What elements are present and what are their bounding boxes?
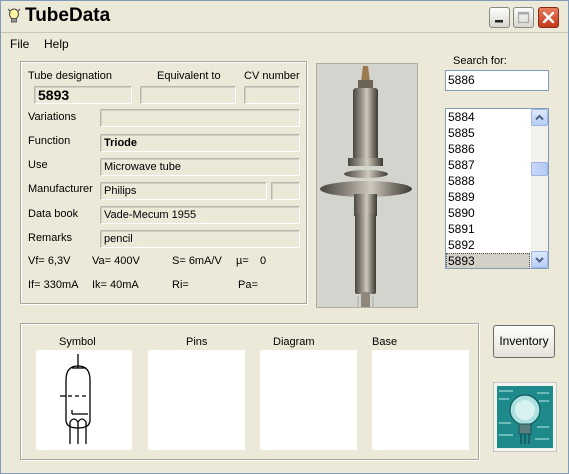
manufacturer-field[interactable]: Philips	[100, 182, 267, 200]
search-label: Search for:	[453, 55, 507, 67]
ik-value: Ik= 40mA	[92, 279, 139, 291]
tube-list-rows: 5884 5885 5886 5887 5888 5889 5890 5891 5892 5893	[446, 109, 530, 268]
list-item[interactable]: 5888	[446, 173, 530, 189]
tube-list[interactable]: 5884 5885 5886 5887 5888 5889 5890 5891 5892 5893	[445, 108, 549, 269]
databook-field[interactable]: Vade-Mecum 1955	[100, 206, 300, 224]
window-title: TubeData	[25, 5, 111, 26]
list-item[interactable]: 5885	[446, 125, 530, 141]
scroll-up-button[interactable]	[531, 109, 548, 126]
base-panel	[372, 350, 469, 450]
equivalent-label: Equivalent to	[157, 70, 221, 82]
cv-number-field[interactable]	[244, 86, 300, 104]
maximize-button[interactable]	[513, 7, 534, 28]
list-item[interactable]: 5886	[446, 141, 530, 157]
lightbulb-icon	[7, 8, 21, 23]
minimize-button[interactable]	[489, 7, 510, 28]
diagram-panel	[260, 350, 357, 450]
list-item[interactable]: 5884	[446, 109, 530, 125]
pa-value: Pa=	[238, 279, 258, 291]
title-bar: TubeData	[1, 1, 568, 33]
function-field[interactable]: Triode	[100, 134, 300, 152]
mu-label: µ=	[236, 255, 249, 267]
maximize-icon	[517, 11, 530, 24]
list-scrollbar[interactable]	[531, 109, 548, 268]
va-value: Va= 400V	[92, 255, 140, 267]
chevron-down-icon	[535, 257, 544, 263]
close-icon	[542, 11, 555, 24]
list-item[interactable]: 5889	[446, 189, 530, 205]
diagram-label: Diagram	[273, 336, 315, 348]
manufacturer-label: Manufacturer	[28, 183, 93, 195]
variations-label: Variations	[28, 111, 77, 123]
chevron-up-icon	[535, 114, 544, 121]
tube-photo-image	[317, 64, 417, 307]
inventory-button[interactable]: Inventory	[493, 325, 555, 358]
triode-symbol-icon	[60, 354, 91, 444]
list-item[interactable]: 5891	[446, 221, 530, 237]
symbol-panel	[36, 350, 132, 450]
designation-field[interactable]: 5893	[34, 86, 132, 104]
remarks-field[interactable]: pencil	[100, 230, 300, 248]
mu-value: 0	[260, 255, 267, 267]
remarks-label: Remarks	[28, 232, 73, 244]
menu-bar: File Help	[1, 33, 568, 53]
manufacturer-code-field[interactable]	[271, 182, 300, 200]
base-label: Base	[372, 336, 398, 348]
equivalent-field[interactable]	[140, 86, 236, 104]
symbol-label: Symbol	[59, 336, 96, 348]
s-value: S= 6mA/V	[172, 255, 222, 267]
minimize-icon	[495, 20, 503, 23]
list-item[interactable]: 5893	[446, 253, 530, 268]
scroll-down-button[interactable]	[531, 251, 548, 268]
databook-label: Data book	[28, 208, 79, 220]
close-button[interactable]	[538, 7, 559, 28]
pins-panel	[148, 350, 245, 450]
scroll-thumb[interactable]	[531, 161, 548, 176]
variations-field[interactable]	[100, 109, 300, 127]
if-value: If= 330mA	[28, 279, 79, 291]
menu-file[interactable]: File	[10, 37, 29, 51]
use-label: Use	[28, 159, 48, 171]
menu-file-label: File	[10, 37, 30, 51]
cv-number-label: CV number	[244, 70, 300, 82]
menu-help-label: Help	[44, 37, 69, 51]
menu-help[interactable]: Help	[44, 37, 69, 51]
tube-photo	[316, 63, 418, 308]
list-item[interactable]: 5887	[446, 157, 530, 173]
function-label: Function	[28, 135, 71, 147]
pins-label: Pins	[186, 336, 208, 348]
use-field[interactable]: Microwave tube	[100, 158, 300, 176]
list-item[interactable]: 5890	[446, 205, 530, 221]
designation-label: Tube designation	[28, 70, 112, 82]
vf-value: Vf= 6,3V	[28, 255, 71, 267]
search-input[interactable]: 5886	[445, 70, 549, 91]
main-window: TubeData File Help Tube designation Equi…	[0, 0, 569, 474]
list-item[interactable]: 5892	[446, 237, 530, 253]
tubedata-logo	[493, 382, 557, 452]
ri-value: Ri=	[172, 279, 189, 291]
